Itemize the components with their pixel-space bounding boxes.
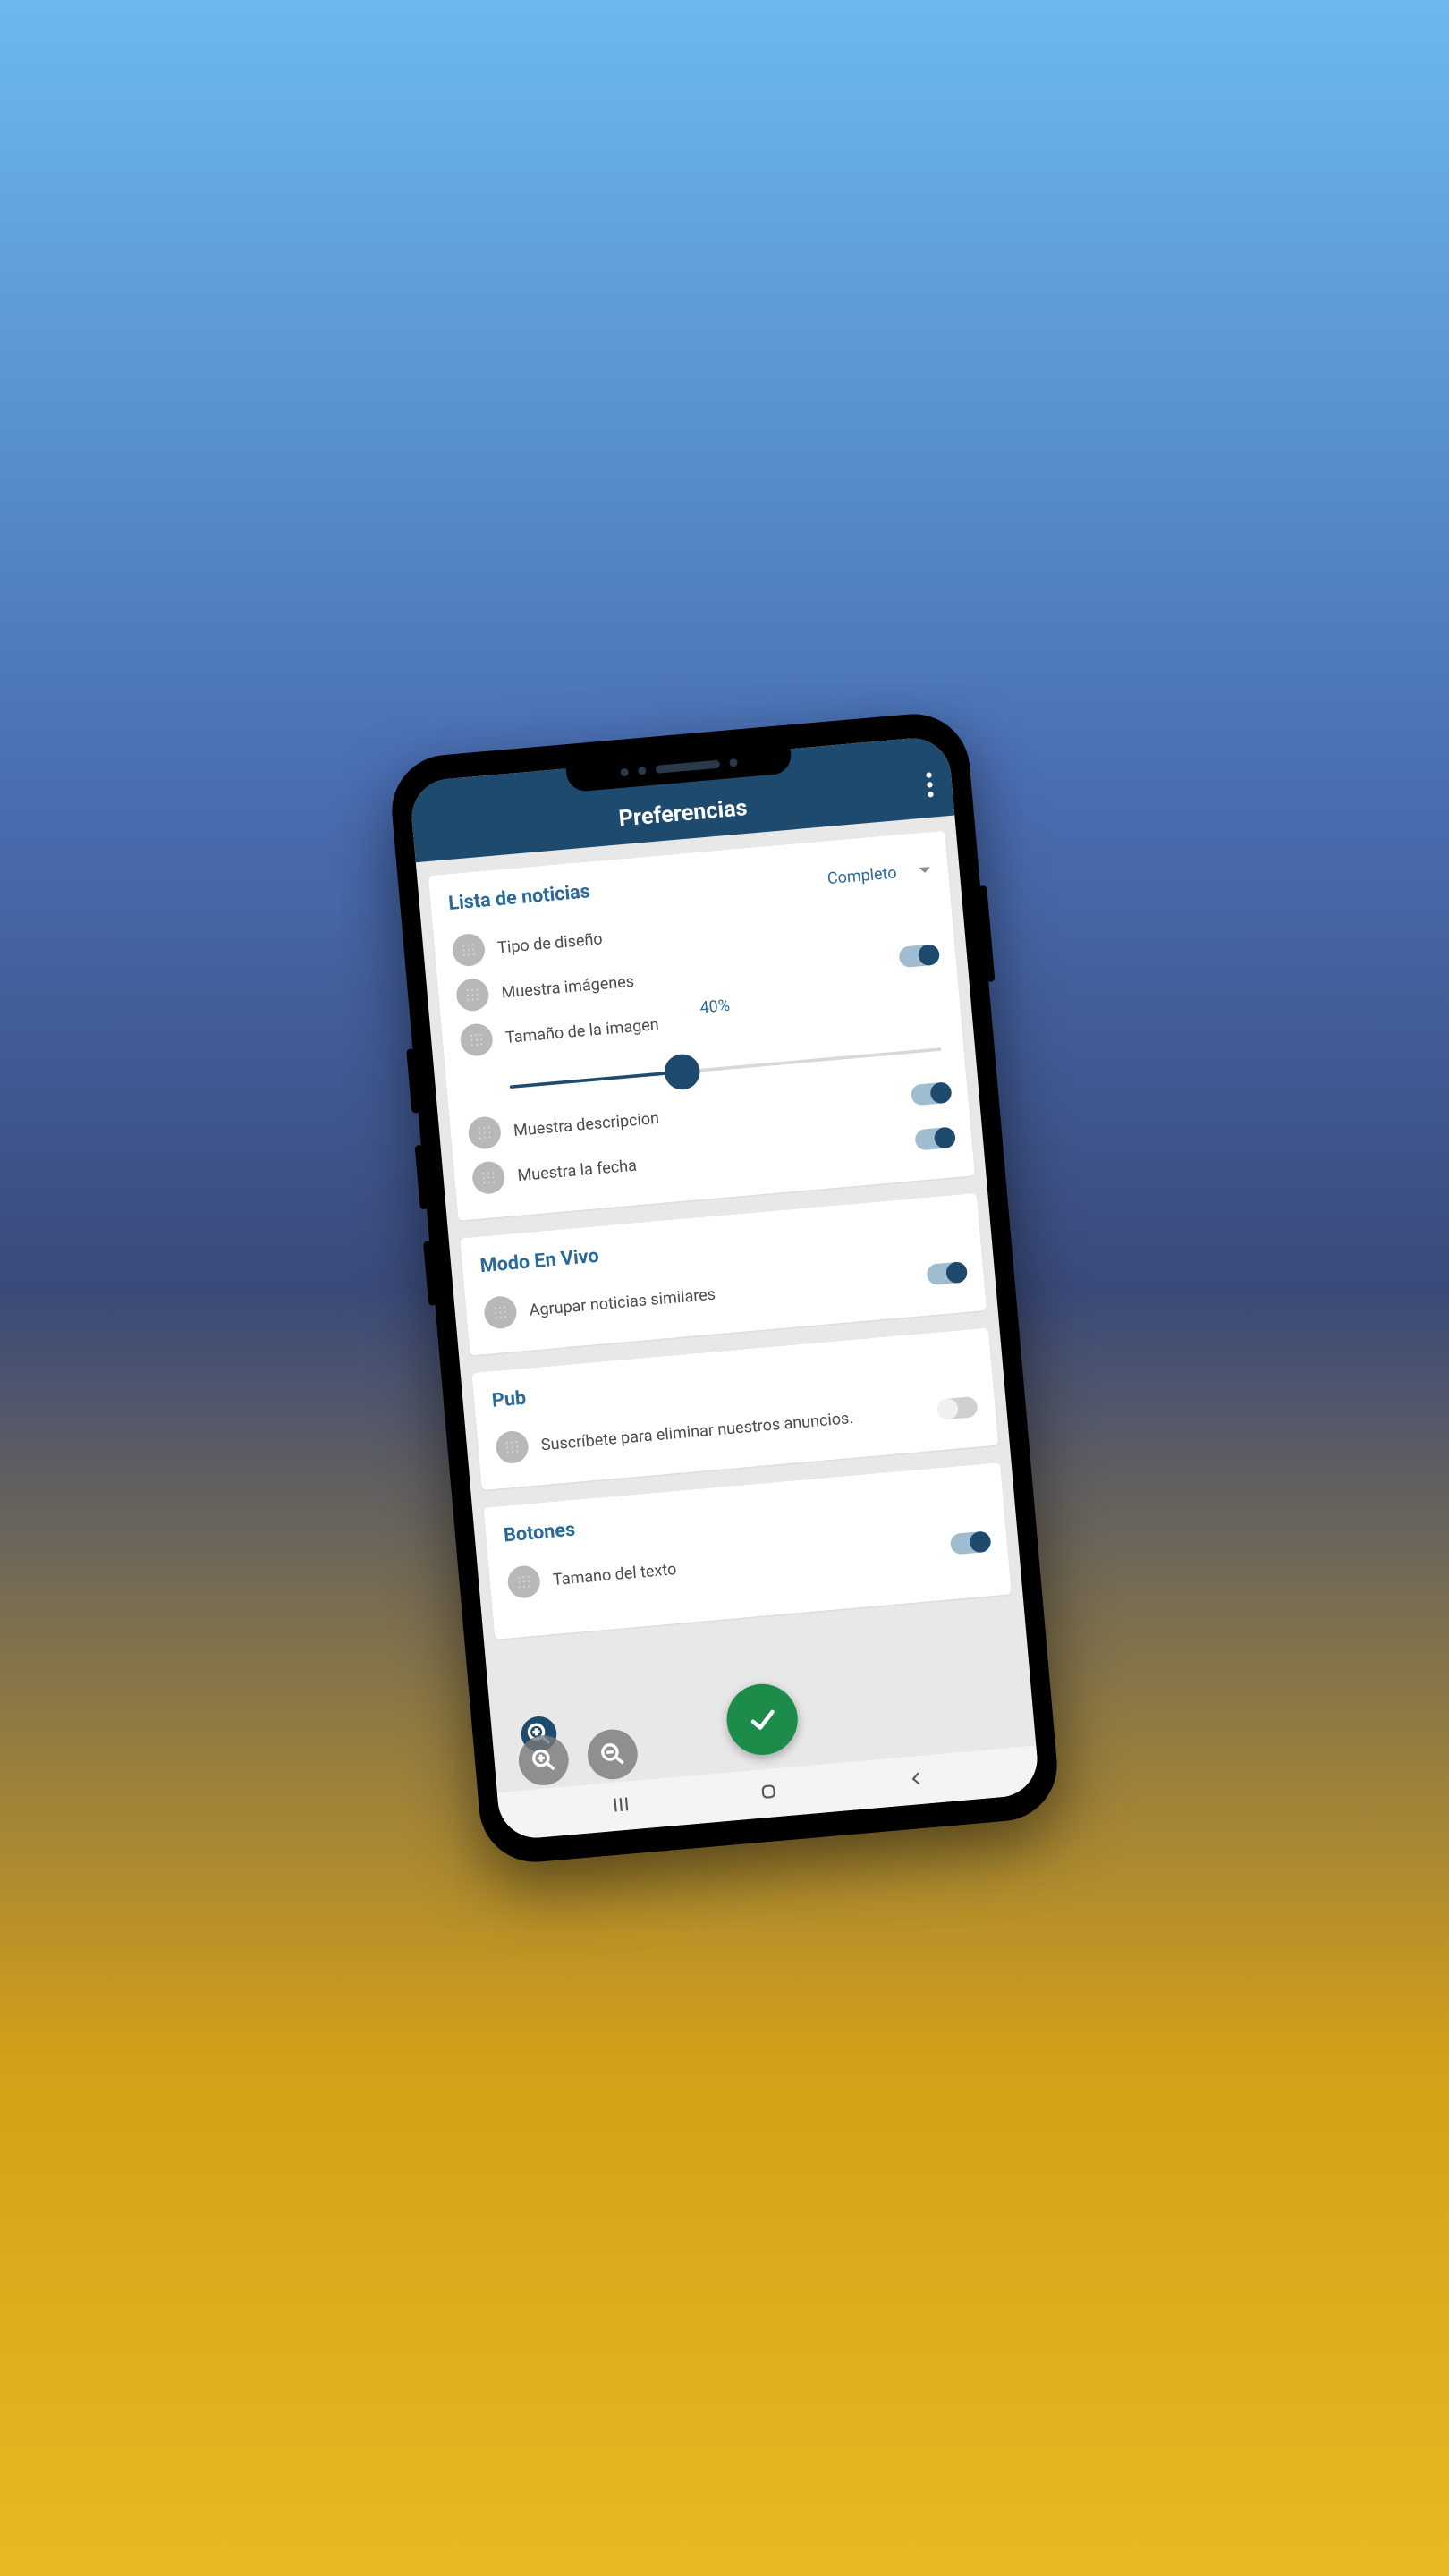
- label-subscribe: Suscríbete para eliminar nuestros anunci…: [540, 1402, 927, 1454]
- toggle-subscribe[interactable]: [938, 1396, 979, 1420]
- toggle-show-date[interactable]: [914, 1127, 954, 1151]
- power-button[interactable]: [979, 886, 995, 982]
- page-title: Preferencias: [617, 794, 748, 832]
- label-text-size: Tamano del texto: [552, 1536, 938, 1589]
- pattern-icon: [467, 1115, 502, 1150]
- pattern-icon: [471, 1160, 506, 1195]
- pattern-icon: [451, 933, 486, 968]
- toggle-show-images[interactable]: [898, 944, 938, 968]
- image-size-percent: 40%: [699, 996, 731, 1017]
- section-news-list: Lista de noticias Tipo de diseño Complet…: [428, 831, 975, 1221]
- overflow-menu-button[interactable]: [926, 772, 934, 797]
- toggle-show-description[interactable]: [911, 1081, 951, 1106]
- phone-frame: Preferencias Lista de noticias Tipo de d…: [387, 709, 1062, 1867]
- toggle-group-similar[interactable]: [926, 1261, 966, 1285]
- zoom-controls: [517, 1727, 640, 1787]
- nav-back-button[interactable]: [904, 1767, 929, 1794]
- pattern-icon: [495, 1429, 530, 1464]
- volume-down-button[interactable]: [415, 1145, 428, 1210]
- chevron-down-icon: [919, 867, 930, 873]
- screen: Preferencias Lista de noticias Tipo de d…: [409, 735, 1040, 1841]
- side-button[interactable]: [423, 1241, 436, 1306]
- nav-home-button[interactable]: [757, 1779, 782, 1807]
- pattern-icon: [483, 1295, 518, 1330]
- pattern-icon: [455, 978, 490, 1013]
- settings-content[interactable]: Lista de noticias Tipo de diseño Complet…: [416, 816, 1036, 1793]
- pattern-icon: [506, 1564, 541, 1599]
- section-live-mode: Modo En Vivo Agrupar noticias similares: [460, 1193, 987, 1355]
- volume-up-button[interactable]: [406, 1048, 419, 1114]
- section-buttons: Botones Tamano del texto: [484, 1462, 1012, 1640]
- nav-recents-button[interactable]: [609, 1792, 634, 1820]
- slider-fill: [510, 1071, 682, 1089]
- slider-thumb[interactable]: [663, 1053, 701, 1091]
- zoom-out-button[interactable]: [586, 1727, 640, 1781]
- label-group-similar: Agrupar noticias similares: [529, 1267, 915, 1319]
- pattern-icon: [459, 1022, 494, 1057]
- toggle-text-size[interactable]: [950, 1530, 990, 1555]
- section-pub: Pub Suscríbete para eliminar nuestros an…: [471, 1328, 998, 1490]
